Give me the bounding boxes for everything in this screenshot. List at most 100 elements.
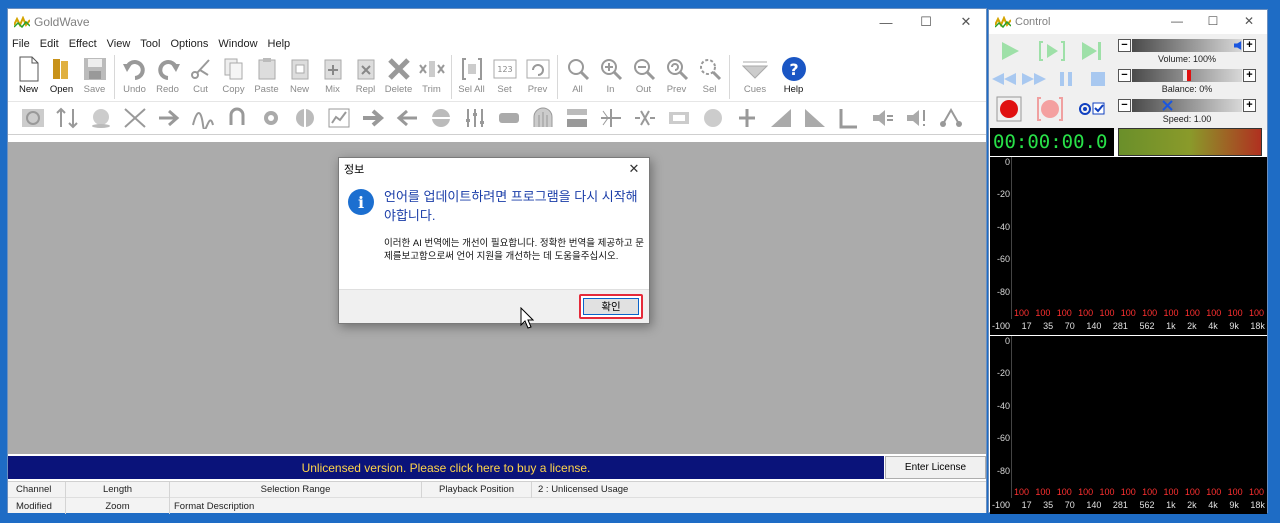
effect-gate-icon[interactable] <box>526 104 560 132</box>
mix-button[interactable]: Mix <box>316 52 349 102</box>
effect-reverse-icon[interactable] <box>594 104 628 132</box>
help-button[interactable]: ? Help <box>777 52 810 102</box>
menu-help[interactable]: Help <box>268 38 291 50</box>
effect-loop-icon[interactable] <box>220 104 254 132</box>
prev-selection-button[interactable]: Prev <box>521 52 554 102</box>
balance-plus-button[interactable]: + <box>1243 68 1256 82</box>
x-tick: 18k <box>1250 321 1265 331</box>
effect-pitch-icon[interactable] <box>560 104 594 132</box>
peak-value: 100 <box>1184 308 1200 318</box>
effect-compressor-icon[interactable] <box>492 104 526 132</box>
speed-track[interactable] <box>1132 98 1242 112</box>
dialog-titlebar[interactable]: 정보 ✕ <box>339 158 649 179</box>
control-close-button[interactable]: ✕ <box>1231 9 1267 33</box>
play-selection-button[interactable] <box>1039 38 1065 64</box>
pause-button[interactable] <box>1053 66 1079 92</box>
effect-dynamics-icon[interactable] <box>288 104 322 132</box>
open-button[interactable]: Open <box>45 52 78 102</box>
effect-time-warp-icon[interactable] <box>662 104 696 132</box>
menu-file[interactable]: File <box>12 38 30 50</box>
new-button[interactable]: New <box>12 52 45 102</box>
record-selection-button[interactable] <box>1037 96 1063 122</box>
speed-minus-button[interactable]: − <box>1118 98 1131 112</box>
y-tick: 0 <box>1004 336 1010 346</box>
play-to-end-button[interactable] <box>1079 38 1105 64</box>
trim-button[interactable]: Trim <box>415 52 448 102</box>
enter-license-button[interactable]: Enter License <box>885 456 986 479</box>
effect-equalizer-icon[interactable] <box>322 104 356 132</box>
volume-minus-button[interactable]: − <box>1118 38 1131 52</box>
balance-slider[interactable]: − + <box>1118 68 1256 82</box>
control-maximize-button[interactable]: ☐ <box>1195 9 1231 33</box>
cues-button[interactable]: Cues <box>733 52 777 102</box>
effect-channel-icon[interactable] <box>118 104 152 132</box>
maximize-button[interactable]: ☐ <box>906 9 946 35</box>
paste-button[interactable]: Paste <box>250 52 283 102</box>
volume-track[interactable] <box>1132 38 1242 52</box>
zoom-selection-button[interactable]: Sel <box>693 52 726 102</box>
replace-button[interactable]: Repl <box>349 52 382 102</box>
fast-forward-button[interactable] <box>1021 66 1047 92</box>
effect-balance-icon[interactable] <box>424 104 458 132</box>
effect-echo-icon[interactable] <box>186 104 220 132</box>
effect-forward-icon[interactable] <box>356 104 390 132</box>
zoom-prev-button[interactable]: Prev <box>660 52 693 102</box>
close-button[interactable]: ✕ <box>946 9 986 35</box>
select-all-button[interactable]: Sel All <box>455 52 488 102</box>
copy-button[interactable]: Copy <box>217 52 250 102</box>
menu-view[interactable]: View <box>107 38 131 50</box>
save-button[interactable]: Save <box>78 52 111 102</box>
speed-slider[interactable]: − + <box>1118 98 1256 112</box>
menu-window[interactable]: Window <box>218 38 257 50</box>
effect-fade-in-icon[interactable] <box>764 104 798 132</box>
zoom-out-button[interactable]: Out <box>627 52 660 102</box>
control-minimize-button[interactable]: — <box>1159 9 1195 33</box>
effect-shape-icon[interactable] <box>832 104 866 132</box>
effect-stereo-icon[interactable] <box>934 104 968 132</box>
effect-gear-icon[interactable] <box>254 104 288 132</box>
effect-fade-out-icon[interactable] <box>798 104 832 132</box>
volume-plus-button[interactable]: + <box>1243 38 1256 52</box>
effect-silence-icon[interactable] <box>628 104 662 132</box>
volume-slider[interactable]: − + <box>1118 38 1256 52</box>
cut-button[interactable]: Cut <box>184 52 217 102</box>
redo-button[interactable]: Redo <box>151 52 184 102</box>
undo-button[interactable]: Undo <box>118 52 151 102</box>
zoom-in-button[interactable]: In <box>594 52 627 102</box>
effect-volume-icon[interactable] <box>696 104 730 132</box>
delete-button[interactable]: Delete <box>382 52 415 102</box>
status-format-description: Format Description <box>174 500 255 512</box>
effect-match-volume-icon[interactable] <box>866 104 900 132</box>
monitor-toggle[interactable] <box>1079 96 1105 122</box>
menu-edit[interactable]: Edit <box>40 38 59 50</box>
previous-selection-icon <box>526 59 549 79</box>
effect-offset-icon[interactable] <box>730 104 764 132</box>
effect-noise-icon[interactable] <box>16 104 50 132</box>
record-button[interactable] <box>996 96 1022 122</box>
speed-plus-button[interactable]: + <box>1243 98 1256 112</box>
new-from-button[interactable]: New <box>283 52 316 102</box>
stop-button[interactable] <box>1085 66 1111 92</box>
license-banner[interactable]: Unlicensed version. Please click here to… <box>8 456 884 479</box>
zoom-all-button[interactable]: All <box>561 52 594 102</box>
effect-sphere-icon[interactable] <box>84 104 118 132</box>
effect-back-icon[interactable] <box>390 104 424 132</box>
menu-tool[interactable]: Tool <box>140 38 160 50</box>
effect-mixer-icon[interactable] <box>458 104 492 132</box>
menu-options[interactable]: Options <box>170 38 208 50</box>
dialog-close-icon[interactable]: ✕ <box>619 161 649 177</box>
main-titlebar[interactable]: GoldWave — ☐ ✕ <box>8 9 986 35</box>
effect-arrow-right-icon[interactable] <box>152 104 186 132</box>
minimize-button[interactable]: — <box>866 9 906 35</box>
balance-track[interactable] <box>1132 68 1242 82</box>
set-button[interactable]: 123 Set <box>488 52 521 102</box>
menu-effect[interactable]: Effect <box>69 38 97 50</box>
control-titlebar[interactable]: Control — ☐ ✕ <box>989 10 1267 34</box>
ok-button[interactable]: 확인 <box>579 294 643 319</box>
balance-minus-button[interactable]: − <box>1118 68 1131 82</box>
play-button[interactable] <box>997 38 1023 64</box>
y-tick: -100 <box>992 500 1011 510</box>
effect-resize-icon[interactable] <box>50 104 84 132</box>
effect-max-volume-icon[interactable] <box>900 104 934 132</box>
rewind-button[interactable] <box>991 66 1017 92</box>
